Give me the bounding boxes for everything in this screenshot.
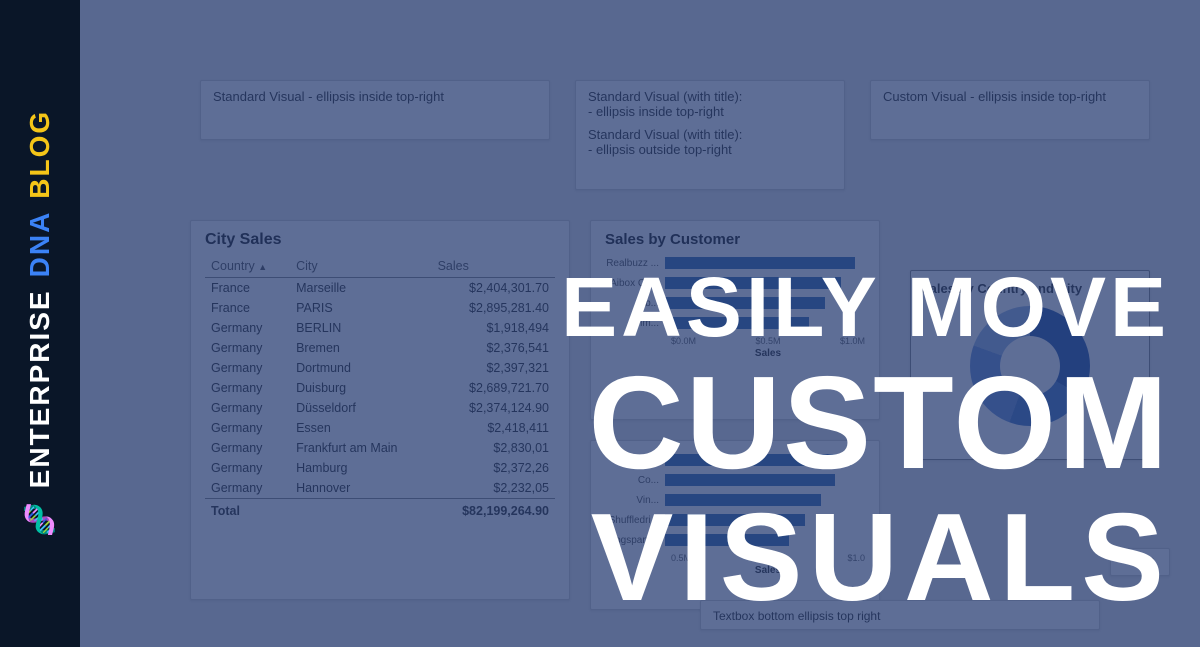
note-standard-visual: Standard Visual - ellipsis inside top-ri… <box>200 80 550 140</box>
total-value: $82,199,264.90 <box>432 499 555 522</box>
note-text-line: - ellipsis outside top-right <box>588 142 832 157</box>
headline-line-2: CUSTOM <box>588 360 1170 485</box>
note-text-line: Standard Visual (with title): <box>588 127 832 142</box>
table-row[interactable]: GermanyBremen$2,376,541 <box>205 338 555 358</box>
brand-word-blog: BLOG <box>24 110 56 199</box>
headline-line-1: EASILY MOVE <box>561 268 1170 348</box>
note-text: Standard Visual - ellipsis inside top-ri… <box>213 89 444 104</box>
table-row[interactable]: GermanyDüsseldorf$2,374,124.90 <box>205 398 555 418</box>
note-custom-visual: Custom Visual - ellipsis inside top-righ… <box>870 80 1150 140</box>
city-sales-visual[interactable]: City Sales Country ▲ City Sales FranceMa… <box>190 220 570 600</box>
table-row[interactable]: FranceMarseille$2,404,301.70 <box>205 278 555 299</box>
table-row[interactable]: GermanyBERLIN$1,918,494 <box>205 318 555 338</box>
table-row[interactable]: GermanyDuisburg$2,689,721.70 <box>205 378 555 398</box>
visual-title: Sales by Customer <box>605 231 865 248</box>
note-text: Custom Visual - ellipsis inside top-righ… <box>883 89 1106 104</box>
note-text-line: - ellipsis inside top-right <box>588 104 832 119</box>
sidebar-brand: 🧬 ENTERPRISE DNA BLOG <box>24 110 57 537</box>
table-row[interactable]: GermanyDortmund$2,397,321 <box>205 358 555 378</box>
note-text-line: Standard Visual (with title): <box>588 89 832 104</box>
dna-helix-icon: 🧬 <box>24 500 57 537</box>
col-sales[interactable]: Sales <box>432 255 555 278</box>
brand-word-dna: DNA <box>24 211 56 278</box>
col-city[interactable]: City <box>290 255 432 278</box>
brand-word-enterprise: ENTERPRISE <box>24 289 56 488</box>
sort-asc-icon: ▲ <box>258 262 267 272</box>
city-sales-table: Country ▲ City Sales FranceMarseille$2,4… <box>205 255 555 521</box>
table-row[interactable]: GermanyEssen$2,418,411 <box>205 418 555 438</box>
sidebar-brand-strip: 🧬 ENTERPRISE DNA BLOG <box>0 0 80 647</box>
col-country[interactable]: Country ▲ <box>205 255 290 278</box>
table-row[interactable]: FrancePARIS$2,895,281.40 <box>205 298 555 318</box>
total-label: Total <box>205 499 290 522</box>
table-row[interactable]: GermanyHamburg$2,372,26 <box>205 458 555 478</box>
note-standard-visual-title: Standard Visual (with title): - ellipsis… <box>575 80 845 190</box>
table-row[interactable]: GermanyFrankfurt am Main$2,830,01 <box>205 438 555 458</box>
headline-line-3: VISUALS <box>591 500 1170 618</box>
main-canvas: Standard Visual - ellipsis inside top-ri… <box>80 0 1200 647</box>
table-row[interactable]: GermanyHannover$2,232,05 <box>205 478 555 499</box>
visual-title: City Sales <box>205 231 555 249</box>
